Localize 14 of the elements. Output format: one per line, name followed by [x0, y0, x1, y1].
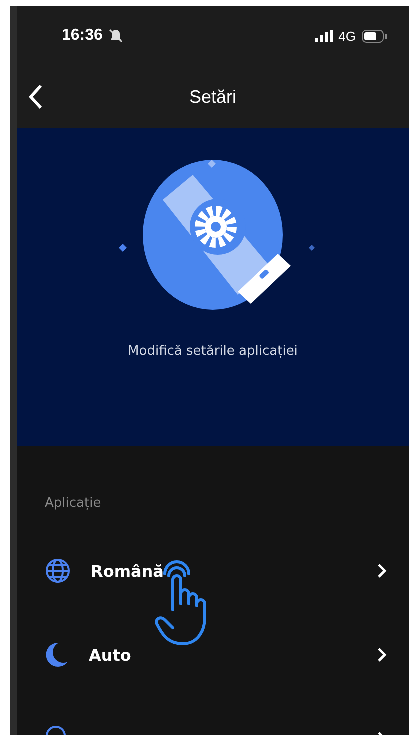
settings-row[interactable]: Auto: [17, 613, 409, 697]
network-label: 4G: [338, 28, 356, 44]
hero-caption: Modifică setările aplicației: [128, 344, 298, 359]
globe-icon: [45, 558, 71, 584]
battery-icon: [362, 30, 387, 42]
screen-title: Setări: [189, 86, 237, 108]
settings-row[interactable]: Română: [17, 529, 409, 613]
section-title: Aplicație: [45, 496, 102, 511]
chevron-right-icon: [377, 563, 387, 579]
bell-muted-icon: [108, 29, 123, 43]
chevron-right-icon: [377, 647, 387, 663]
status-time: 16:36: [62, 27, 103, 45]
signal-icon: [314, 30, 333, 42]
moon-icon: [45, 642, 69, 668]
